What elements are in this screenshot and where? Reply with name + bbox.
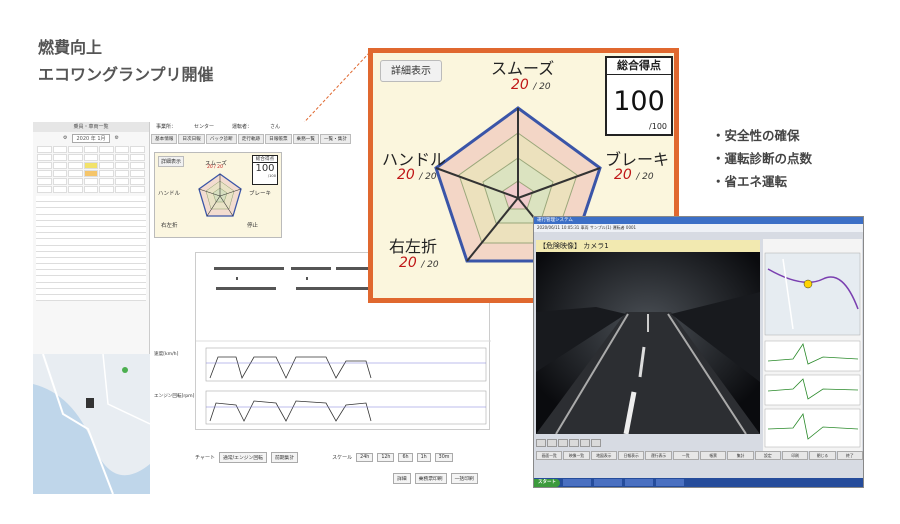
mini-total-box: 総合得点 100 /100 [252, 155, 278, 185]
tab-back[interactable]: バック診断 [205, 134, 237, 144]
function-button[interactable]: 設定 [754, 451, 781, 460]
calendar-nav: ⚙ 2020 年 1月 ⚙ [33, 132, 149, 144]
function-button[interactable]: 一覧 [672, 451, 699, 460]
taskbar-item[interactable] [594, 479, 622, 486]
axis-score-smooth: 20 / 20 [511, 77, 551, 93]
san-label: さん [270, 124, 281, 130]
dashcam-window: 運行管理システム 2020/06/11 10:05:31 車両 サンプル(1) … [533, 216, 864, 488]
function-button[interactable]: 地図表示 [590, 451, 617, 460]
function-button[interactable]: 終了 [836, 451, 863, 460]
function-button[interactable]: 画面一覧 [536, 451, 563, 460]
trip-info-table [36, 196, 146, 302]
page-headline: 燃費向上 エコワングランプリ開催 [38, 34, 214, 88]
mini-label-stop: 停止 [247, 223, 259, 229]
function-button[interactable]: 映像一覧 [563, 451, 590, 460]
road-image [536, 252, 760, 434]
month-select[interactable]: 2020 年 1月 [72, 133, 110, 143]
prev-summary-button[interactable]: 前期集計 [270, 451, 299, 463]
axis-score-steering: 20 / 20 [397, 167, 437, 183]
map-graphic [33, 354, 150, 494]
tab-form[interactable]: 日報帳票 [265, 134, 292, 144]
speed-axis-label: 速度[km/h] [154, 352, 179, 357]
function-button[interactable]: 閉じる [809, 451, 836, 460]
feature-item: ・省エネ運転 [712, 174, 788, 189]
function-button[interactable]: 帳票 [700, 451, 727, 460]
rpm-axis-label: エンジン回転[rpm] [154, 394, 195, 399]
table-row [36, 295, 146, 302]
scale-30m-button[interactable]: 30m [434, 452, 454, 462]
pause-button[interactable] [569, 439, 579, 447]
headline-line-2: エコワングランプリ開催 [38, 65, 214, 84]
play-button[interactable] [558, 439, 568, 447]
driver-label: 運転者： [232, 124, 253, 130]
os-taskbar: スタート [534, 478, 863, 487]
feature-item: ・安全性の確保 [712, 128, 800, 143]
sidebar-graphics [764, 252, 861, 448]
mini-total-of: /100 [267, 174, 276, 178]
detail-button[interactable]: 詳細 [393, 473, 411, 484]
function-button[interactable]: 印刷 [782, 451, 809, 460]
center-label: センター [194, 124, 215, 130]
mini-total-value: 100 [255, 163, 275, 174]
playback-controls [536, 436, 760, 450]
start-button[interactable]: スタート [534, 478, 560, 487]
scale-1h-button[interactable]: 1h [416, 452, 431, 462]
mini-detail-button[interactable]: 詳細表示 [158, 156, 185, 167]
video-feed[interactable] [536, 252, 760, 434]
camera-bar: 【危険映像】 カメラ1 [536, 240, 760, 252]
axis-label-turn: 右左折 [389, 237, 438, 256]
tab-track[interactable]: 走行軌跡 [237, 134, 265, 144]
video-function-buttons: 画面一覧 映像一覧 地図表示 日報表示 運行表示 一覧 帳票 集計 設定 印刷 … [536, 451, 863, 460]
tab-basic[interactable]: 基本情報 [151, 134, 178, 144]
scale-24h-button[interactable]: 24h [356, 452, 374, 462]
feature-list: ・安全性の確保 ・運転診断の点数 ・省エネ運転 [712, 124, 812, 193]
feature-item: ・運転診断の点数 [712, 151, 813, 166]
mini-label-steering: ハンドル [158, 191, 181, 197]
mini-radar-panel: 詳細表示 総合得点 100 /100 スムーズ ブレーキ 停止 右左折 ハンドル [154, 152, 282, 238]
function-button[interactable]: 運行表示 [645, 451, 672, 460]
step-back-button[interactable] [547, 439, 557, 447]
driver-list-title: 乗員・車両一覧 [33, 122, 149, 132]
mini-label-turn: 右左折 [161, 223, 178, 229]
scale-label: スケール [332, 454, 353, 461]
chart-label: チャート [195, 454, 215, 461]
headline-line-1: 燃費向上 [38, 38, 103, 57]
axis-score-brake: 20 / 20 [614, 167, 654, 183]
taskbar-item[interactable] [563, 479, 591, 486]
fast-forward-button[interactable] [591, 439, 601, 447]
gear-icon[interactable]: ⚙ [63, 135, 67, 141]
taskbar-item[interactable] [625, 479, 653, 486]
office-label: 事業所： [156, 124, 177, 130]
calendar-grid[interactable] [37, 146, 145, 193]
taskbar-item[interactable] [656, 479, 684, 486]
batch-print-button[interactable]: 一括印刷 [450, 473, 478, 484]
mini-score: 20 / 20 [207, 165, 223, 170]
tab-summary[interactable]: 一覧・集計 [319, 134, 351, 144]
tab-daily[interactable]: 日次日報 [178, 134, 205, 144]
gear-icon[interactable]: ⚙ [115, 135, 119, 141]
scale-6h-button[interactable]: 6h [398, 452, 413, 462]
duty-print-button[interactable]: 乗務票印刷 [414, 473, 447, 484]
tab-duty[interactable]: 乗務一覧 [292, 134, 319, 144]
mini-total-title: 総合得点 [253, 156, 277, 163]
function-button[interactable]: 日報表示 [618, 451, 645, 460]
rewind-button[interactable] [536, 439, 546, 447]
axis-label-smooth: スムーズ [491, 59, 555, 78]
scale-12h-button[interactable]: 12h [377, 452, 395, 462]
window-title: 運行管理システム [534, 217, 863, 224]
function-button[interactable]: 集計 [727, 451, 754, 460]
chart-toolbar: チャート 通常/エンジン回転 前期集計 スケール 24h 12h 6h 1h 3… [195, 450, 490, 464]
video-sidebar [763, 239, 862, 451]
video-info-bar: 2020/06/11 10:05:31 車両 サンプル(1) 運転者 0001 [534, 224, 863, 232]
route-map[interactable] [33, 354, 150, 494]
mini-label-brake: ブレーキ [249, 191, 272, 197]
axis-score-turn: 20 / 20 [399, 255, 439, 271]
step-forward-button[interactable] [580, 439, 590, 447]
driver-list-panel: 乗員・車両一覧 ⚙ 2020 年 1月 ⚙ [33, 122, 150, 494]
mini-radar-chart [198, 173, 242, 217]
print-toolbar: 詳細 乗務票印刷 一括印刷 [393, 473, 478, 484]
rpm-toggle-button[interactable]: 通常/エンジン回転 [218, 451, 267, 463]
